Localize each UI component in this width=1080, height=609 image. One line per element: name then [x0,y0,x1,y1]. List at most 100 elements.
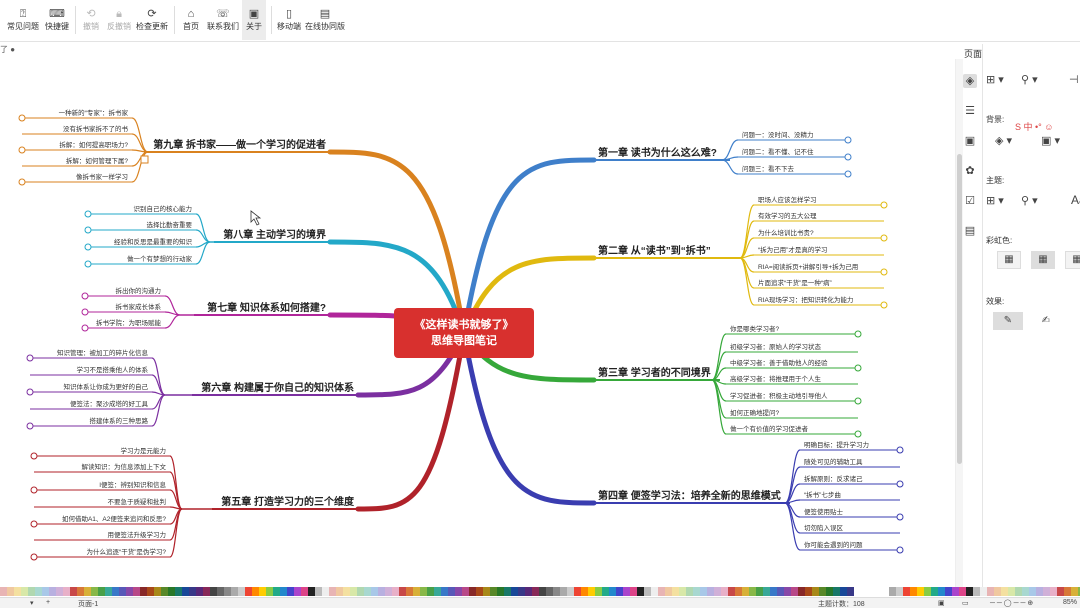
palette-swatch[interactable] [574,587,581,596]
palette-swatch[interactable] [966,587,973,596]
palette-swatch[interactable] [770,587,777,596]
branch-item[interactable]: 切勿陷入误区 [804,523,844,532]
palette-swatch[interactable] [406,587,413,596]
branch-item[interactable]: 解读知识：为信息添加上下文 [82,462,167,471]
branch-title[interactable]: 第三章 学习者的不同境界 [598,366,711,379]
background-image-icon[interactable]: ▣ ▾ [1041,134,1060,147]
palette-swatch[interactable] [868,587,875,596]
palette-swatch[interactable] [882,587,889,596]
palette-swatch[interactable] [476,587,483,596]
palette-swatch[interactable] [945,587,952,596]
palette-swatch[interactable] [819,587,826,596]
palette-swatch[interactable] [581,587,588,596]
mobile-button[interactable]: ▯ 移动端 [276,0,302,40]
connector-icon[interactable]: ⊣ [1069,73,1079,86]
branch-item[interactable]: 一种新的“专家”：拆书家 [59,108,129,117]
branch-item[interactable]: 初级学习者：原始人的学习状态 [730,342,822,351]
branch-title[interactable]: 第九章 拆书家——做一个学习的促进者 [153,138,326,151]
palette-swatch[interactable] [98,587,105,596]
palette-swatch[interactable] [350,587,357,596]
branch-item[interactable]: 识别自己的核心能力 [134,204,193,213]
palette-swatch[interactable] [1029,587,1036,596]
expand-marker[interactable] [880,301,888,309]
palette-swatch[interactable] [28,587,35,596]
palette-swatch[interactable] [238,587,245,596]
branch-item[interactable]: 用便签法升级学习力 [108,530,167,539]
expand-marker[interactable] [26,422,34,430]
expand-marker[interactable] [81,308,89,316]
expand-marker[interactable] [84,243,92,251]
undo-button[interactable]: ⟲ 撤销 [80,0,102,40]
expand-marker[interactable] [84,210,92,218]
palette-swatch[interactable] [546,587,553,596]
palette-swatch[interactable] [441,587,448,596]
redo-button[interactable]: 🔒︎ 反撤销 [104,0,134,40]
palette-swatch[interactable] [0,587,7,596]
branch-item[interactable]: 高级学习者：将推理用于个人生 [730,374,822,383]
branch-item[interactable]: 学习力是元能力 [121,446,167,455]
palette-swatch[interactable] [707,587,714,596]
branch-item[interactable]: 如何借助A1、A2便签来追问和反思? [62,514,166,523]
palette-swatch[interactable] [329,587,336,596]
palette-swatch[interactable] [518,587,525,596]
palette-swatch[interactable] [84,587,91,596]
theme-layout-icon[interactable]: ⊞ ▾ [986,194,1004,207]
mindmap-canvas[interactable]: 第一章 读书为什么这么难? 问题一：没时间、没精力 问题二：看不懂、记不住 问题三：看… [0,59,955,587]
expand-marker[interactable] [26,388,34,396]
palette-swatch[interactable] [63,587,70,596]
palette-swatch[interactable] [119,587,126,596]
palette-swatch[interactable] [385,587,392,596]
task-icon[interactable]: ☑ [963,194,977,208]
palette-swatch[interactable] [322,587,329,596]
expand-marker[interactable] [30,486,38,494]
font-size-icon[interactable]: Aa [1071,193,1080,207]
palette-swatch[interactable] [833,587,840,596]
palette-swatch[interactable] [623,587,630,596]
palette-swatch[interactable] [35,587,42,596]
branch-item[interactable]: I便签：辨别知识和信息 [99,480,166,489]
palette-swatch[interactable] [826,587,833,596]
expand-marker[interactable] [896,546,904,554]
palette-swatch[interactable] [1071,587,1078,596]
home-button[interactable]: ⌂ 首页 [178,0,204,40]
branch-item[interactable]: 为什么追逐“干货”是伪学习? [87,547,167,556]
palette-swatch[interactable] [959,587,966,596]
palette-swatch[interactable] [399,587,406,596]
branch-item[interactable]: 经验和反思是最重要的知识 [114,237,193,246]
branch-item[interactable]: RIA现场学习：把知识转化为能力 [758,295,853,304]
palette-swatch[interactable] [301,587,308,596]
palette-swatch[interactable] [805,587,812,596]
fit-page-icon[interactable]: ▣ [938,599,945,607]
palette-swatch[interactable] [392,587,399,596]
branch-title[interactable]: 第六章 构建属于你自己的知识体系 [201,381,354,394]
branch-item[interactable]: 便签法：聚沙成塔的好工具 [70,399,149,408]
branch-item[interactable]: 如何正确地提问? [730,408,780,417]
palette-swatch[interactable] [126,587,133,596]
palette-swatch[interactable] [812,587,819,596]
palette-swatch[interactable] [105,587,112,596]
branch-item[interactable]: 拆书学院：为职场赋能 [96,318,162,327]
branch-title[interactable]: 第七章 知识体系如何搭建? [207,301,326,314]
branch-item[interactable]: 片面追求“干货”是一种“病” [758,278,832,287]
style-icon[interactable]: ◈ [963,74,977,88]
palette-swatch[interactable] [259,587,266,596]
expand-marker[interactable] [854,397,862,405]
palette-swatch[interactable] [448,587,455,596]
palette-swatch[interactable] [378,587,385,596]
palette-swatch[interactable] [903,587,910,596]
branch-item[interactable]: “拆书”七步曲 [804,490,841,499]
expand-marker[interactable] [880,201,888,209]
branch-item[interactable]: 问题三：看不下去 [742,164,795,173]
effect-sketch[interactable]: ✍ [1031,312,1061,330]
palette-swatch[interactable] [714,587,721,596]
expand-marker[interactable] [844,153,852,161]
palette-swatch[interactable] [70,587,77,596]
palette-swatch[interactable] [924,587,931,596]
palette-swatch[interactable] [42,587,49,596]
layout-icon[interactable]: ⊞ ▾ [986,73,1004,86]
branch-item[interactable]: 选择比勤奋重要 [147,220,193,229]
zoom-slider[interactable]: ─ ─ ◯ ─ ─ ⊕ [990,599,1033,607]
status-menu-icon[interactable]: ▾ [30,599,34,607]
shortcuts-button[interactable]: ⌨ 快捷键 [42,0,72,40]
palette-swatch[interactable] [693,587,700,596]
